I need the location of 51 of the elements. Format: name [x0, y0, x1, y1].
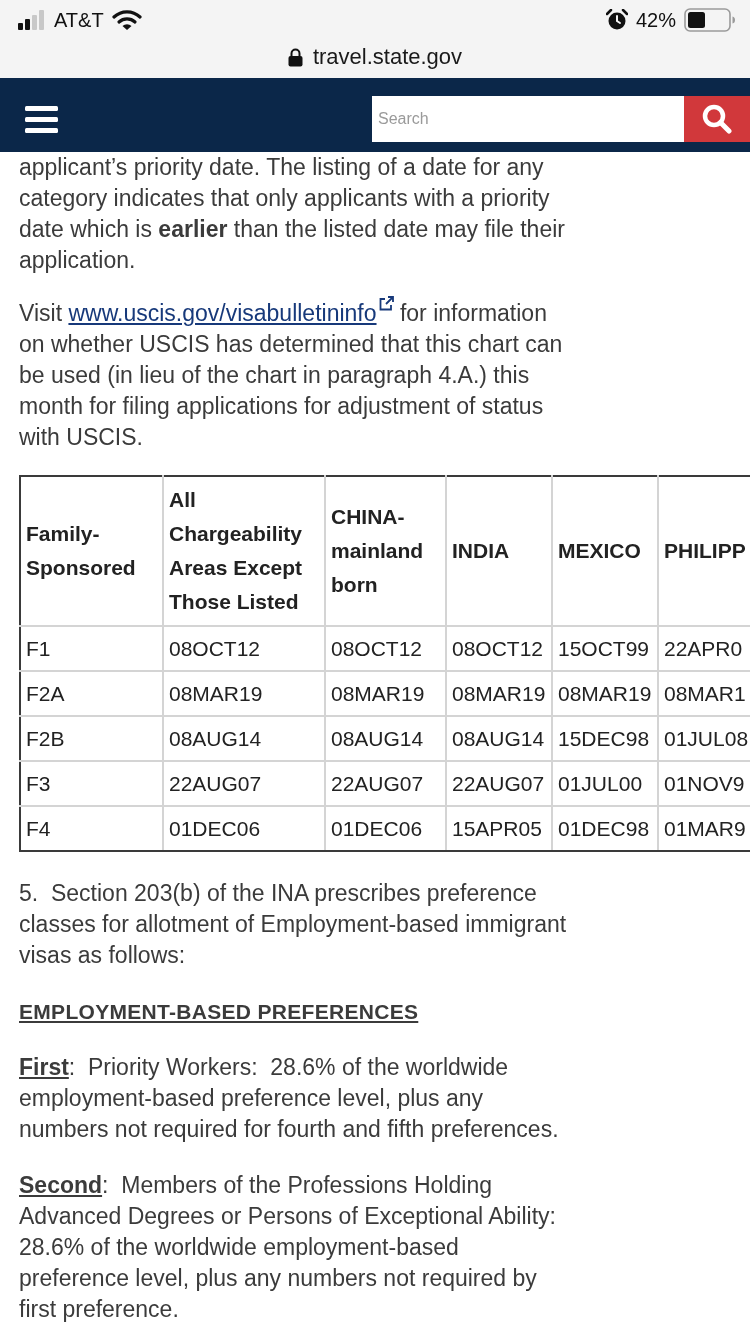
- table-cell: 01DEC06: [163, 806, 325, 851]
- column-header: All Chargeability Areas Except Those Listed: [163, 476, 325, 626]
- column-header: PHILIPP: [658, 476, 750, 626]
- table-cell: 08OCT12: [163, 626, 325, 671]
- signal-icon: [18, 10, 46, 30]
- table-cell: 08AUG14: [446, 716, 552, 761]
- menu-icon[interactable]: [25, 105, 58, 133]
- search-icon: [702, 104, 732, 134]
- alarm-icon: [605, 9, 628, 31]
- table-cell: 01DEC06: [325, 806, 446, 851]
- table-cell: 08AUG14: [163, 716, 325, 761]
- address-url[interactable]: travel.state.gov: [312, 44, 463, 70]
- table-cell: 22AUG07: [163, 761, 325, 806]
- table-cell: 15APR05: [446, 806, 552, 851]
- table-cell: 08MAR19: [163, 671, 325, 716]
- table-cell: 08AUG14: [325, 716, 446, 761]
- link[interactable]: www.uscis.gov/visabulletininfo: [68, 300, 377, 326]
- section-heading: EMPLOYMENT-BASED PREFERENCES: [19, 999, 420, 1025]
- paragraph: 5. Section 203(b) of the INA prescribes preference classes for allotment of Employment-based immigrant visas as follows:: [19, 879, 568, 970]
- column-header: INDIA: [446, 476, 552, 626]
- battery-icon: [684, 8, 736, 32]
- paragraph: applicant’s priority date. The listing of a date for any category indicates that only applicants with a priority date which is earlier than the listed date may file their application.: [19, 153, 566, 275]
- column-header: CHINA-mainland born: [325, 476, 446, 626]
- external-link-icon: [378, 296, 394, 311]
- search-button[interactable]: [684, 96, 750, 142]
- carrier-name: AT&T: [54, 8, 104, 32]
- table-cell: 08OCT12: [325, 626, 446, 671]
- table-cell: 15OCT99: [552, 626, 658, 671]
- table-cell: F3: [20, 761, 163, 806]
- table-cell: 08OCT12: [446, 626, 552, 671]
- table-cell: F2B: [20, 716, 163, 761]
- table-cell: 22AUG07: [446, 761, 552, 806]
- table-cell: 01JUL00: [552, 761, 658, 806]
- column-header: Family-Sponsored: [20, 476, 163, 626]
- table-cell: 22AUG07: [325, 761, 446, 806]
- table-cell: 08MAR19: [446, 671, 552, 716]
- table-cell: 08MAR19: [552, 671, 658, 716]
- lock-icon: [287, 47, 303, 67]
- table-cell: 01DEC98: [552, 806, 658, 851]
- paragraph: First: Priority Workers: 28.6% of the worldwide employment-based preference level, plus any numbers not required for fourth and fifth preferences.: [19, 1053, 560, 1144]
- table-cell: 08MAR19: [325, 671, 446, 716]
- paragraph: Second: Members of the Professions Holding Advanced Degrees or Persons of Exceptional Ability: 28.6% of the worldwide employment-based preference level, plus any numbers not required by first preference.: [19, 1171, 557, 1324]
- wifi-icon: [111, 9, 142, 31]
- table-cell: 15DEC98: [552, 716, 658, 761]
- table-cell: F2A: [20, 671, 163, 716]
- battery-percent: 42%: [635, 8, 676, 32]
- table-cell: F4: [20, 806, 163, 851]
- search-field[interactable]: Search: [372, 96, 684, 142]
- column-header: MEXICO: [552, 476, 658, 626]
- table-cell: F1: [20, 626, 163, 671]
- paragraph: Visit www.uscis.gov/visabulletininfo for information on whether USCIS has determined that this chart can be used (in lieu of the chart in paragraph 4.A.) this month for filing applications for adjustment of status with USCIS.: [19, 296, 575, 453]
